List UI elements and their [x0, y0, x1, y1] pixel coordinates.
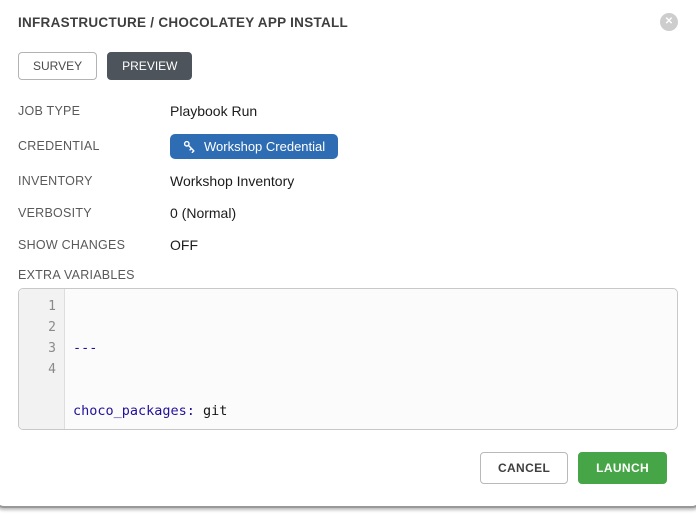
extra-variables-editor: 1 2 3 4 --- choco_packages: git app_stat…: [18, 288, 678, 430]
extra-variables-label: EXTRA VARIABLES: [18, 268, 678, 282]
key-icon: [183, 140, 196, 153]
modal-actions: CANCEL LAUNCH: [18, 452, 678, 484]
field-label: SHOW CHANGES: [18, 238, 170, 252]
modal-title: INFRASTRUCTURE / CHOCOLATEY APP INSTALL: [18, 15, 348, 30]
field-label: INVENTORY: [18, 174, 170, 188]
launch-button[interactable]: LAUNCH: [578, 452, 667, 484]
field-value: Workshop Inventory: [170, 173, 294, 189]
line-number: 3: [19, 338, 56, 359]
field-job-type: JOB TYPE Playbook Run: [18, 101, 678, 121]
code-line: ---: [73, 338, 677, 359]
tab-survey[interactable]: SURVEY: [18, 52, 97, 80]
tab-bar: SURVEY PREVIEW: [18, 52, 678, 80]
line-number: 2: [19, 317, 56, 338]
field-show-changes: SHOW CHANGES OFF: [18, 235, 678, 255]
launch-preview-modal: INFRASTRUCTURE / CHOCOLATEY APP INSTALL …: [0, 0, 696, 484]
field-label: VERBOSITY: [18, 206, 170, 220]
field-value: 0 (Normal): [170, 205, 236, 221]
field-inventory: INVENTORY Workshop Inventory: [18, 171, 678, 191]
field-value: OFF: [170, 237, 198, 253]
line-number: 1: [19, 296, 56, 317]
cancel-button[interactable]: CANCEL: [480, 452, 568, 484]
modal-header: INFRASTRUCTURE / CHOCOLATEY APP INSTALL …: [18, 0, 678, 31]
field-value: Playbook Run: [170, 103, 257, 119]
field-label: JOB TYPE: [18, 104, 170, 118]
field-verbosity: VERBOSITY 0 (Normal): [18, 203, 678, 223]
job-detail-fields: JOB TYPE Playbook Run CREDENTIAL Worksho…: [18, 101, 678, 255]
field-label: CREDENTIAL: [18, 139, 170, 153]
close-icon[interactable]: ✕: [660, 13, 678, 31]
credential-badge[interactable]: Workshop Credential: [170, 134, 338, 159]
field-credential: CREDENTIAL Workshop Credential: [18, 133, 678, 159]
credential-badge-label: Workshop Credential: [204, 139, 325, 154]
tab-preview[interactable]: PREVIEW: [107, 52, 192, 80]
editor-code-area[interactable]: --- choco_packages: git app_state: prese…: [65, 289, 677, 429]
editor-line-numbers: 1 2 3 4: [19, 289, 65, 429]
line-number: 4: [19, 359, 56, 380]
code-line: choco_packages: git: [73, 401, 677, 422]
